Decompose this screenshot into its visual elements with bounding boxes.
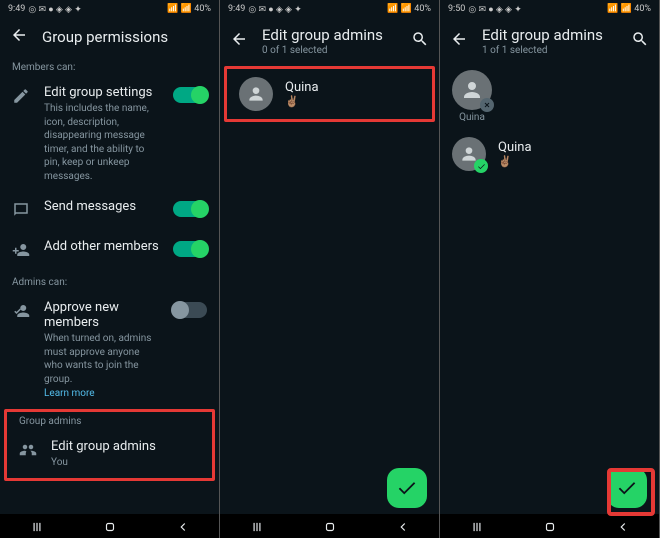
back-icon[interactable] bbox=[230, 30, 248, 52]
phone-screen-3: 9:50◎ ✉ ● ◈ ◈ ✦ 📶 📶 40% Edit group admin… bbox=[440, 0, 659, 538]
member-row-quina[interactable]: Quina ✌🏽 bbox=[440, 129, 659, 179]
back-icon[interactable] bbox=[450, 30, 468, 52]
selected-members-strip: Quina bbox=[440, 64, 659, 129]
page-title: Group permissions bbox=[42, 28, 168, 46]
learn-more-link[interactable]: Learn more bbox=[44, 388, 159, 399]
row-title: Approve new members bbox=[44, 300, 159, 330]
avatar bbox=[452, 137, 486, 171]
row-edit-group-settings[interactable]: Edit group settings This includes the na… bbox=[0, 77, 219, 191]
row-title: Add other members bbox=[44, 239, 159, 254]
row-title: Send messages bbox=[44, 199, 159, 214]
status-bar: 9:49◎ ✉ ● ◈ ◈ ✦ 📶 📶 40% bbox=[0, 0, 219, 18]
status-icons-right: 📶 📶 40% bbox=[387, 4, 431, 14]
status-bar: 9:50◎ ✉ ● ◈ ◈ ✦ 📶 📶 40% bbox=[440, 0, 659, 18]
row-title: Edit group admins bbox=[51, 439, 200, 454]
home-key[interactable] bbox=[323, 519, 337, 533]
status-bar: 9:49◎ ✉ ● ◈ ◈ ✦ 📶 📶 40% bbox=[220, 0, 439, 18]
back-icon[interactable] bbox=[10, 26, 28, 48]
admins-icon bbox=[19, 441, 37, 463]
selected-name: Quina bbox=[459, 112, 485, 123]
chat-icon bbox=[12, 201, 30, 223]
search-icon[interactable] bbox=[411, 30, 429, 52]
page-title: Edit group admins bbox=[262, 26, 397, 44]
phone-screen-1: 9:49◎ ✉ ● ◈ ◈ ✦ 📶 📶 40% Group permission… bbox=[0, 0, 219, 538]
phone-screen-2: 9:49◎ ✉ ● ◈ ◈ ✦ 📶 📶 40% Edit group admin… bbox=[220, 0, 439, 538]
recents-key[interactable] bbox=[470, 519, 484, 533]
status-time: 9:50 bbox=[448, 4, 465, 14]
person-check-icon bbox=[12, 302, 30, 324]
toggle-approve-members[interactable] bbox=[173, 302, 207, 318]
status-icons-left: ◎ ✉ ● ◈ ◈ ✦ bbox=[28, 4, 81, 15]
page-title: Edit group admins bbox=[482, 26, 617, 44]
avatar bbox=[239, 77, 273, 111]
status-time: 9:49 bbox=[8, 4, 25, 14]
back-key[interactable] bbox=[176, 519, 190, 533]
appbar: Group permissions bbox=[0, 18, 219, 56]
android-navbar bbox=[0, 514, 219, 538]
home-key[interactable] bbox=[543, 519, 557, 533]
person-add-icon bbox=[12, 241, 30, 263]
tutorial-highlight: Group admins Edit group admins You bbox=[4, 409, 215, 481]
back-key[interactable] bbox=[616, 519, 630, 533]
member-name: Quina bbox=[498, 140, 532, 155]
recents-key[interactable] bbox=[250, 519, 264, 533]
android-navbar bbox=[440, 514, 659, 538]
row-approve-members[interactable]: Approve new members When turned on, admi… bbox=[0, 292, 219, 407]
row-add-members[interactable]: Add other members bbox=[0, 231, 219, 271]
page-subtitle: 0 of 1 selected bbox=[262, 45, 397, 56]
status-icons-left: ◎ ✉ ● ◈ ◈ ✦ bbox=[248, 4, 301, 15]
status-icons-right: 📶 📶 40% bbox=[167, 4, 211, 14]
toggle-send-messages[interactable] bbox=[173, 201, 207, 217]
tutorial-highlight bbox=[607, 468, 655, 516]
status-icons-left: ◎ ✉ ● ◈ ◈ ✦ bbox=[468, 4, 521, 15]
home-key[interactable] bbox=[103, 519, 117, 533]
appbar: Edit group admins 0 of 1 selected bbox=[220, 18, 439, 64]
member-row-quina[interactable]: Quina ✌🏽 bbox=[227, 69, 432, 119]
pencil-icon bbox=[12, 87, 30, 109]
row-edit-group-admins[interactable]: Edit group admins You bbox=[7, 431, 212, 478]
status-time: 9:49 bbox=[228, 4, 245, 14]
section-admins-can: Admins can: bbox=[0, 271, 219, 292]
search-icon[interactable] bbox=[631, 30, 649, 52]
checkmark-badge-icon bbox=[474, 159, 488, 173]
row-desc: This includes the name, icon, descriptio… bbox=[44, 102, 159, 183]
member-status: ✌🏽 bbox=[498, 155, 532, 168]
toggle-edit-settings[interactable] bbox=[173, 87, 207, 103]
page-subtitle: 1 of 1 selected bbox=[482, 45, 617, 56]
recents-key[interactable] bbox=[30, 519, 44, 533]
selected-item-quina[interactable]: Quina bbox=[452, 70, 492, 123]
section-group-admins: Group admins bbox=[7, 412, 212, 431]
row-send-messages[interactable]: Send messages bbox=[0, 191, 219, 231]
tutorial-highlight: Quina ✌🏽 bbox=[224, 66, 435, 122]
row-title: Edit group settings bbox=[44, 85, 159, 100]
android-navbar bbox=[220, 514, 439, 538]
confirm-fab[interactable] bbox=[387, 468, 427, 508]
back-key[interactable] bbox=[396, 519, 410, 533]
member-name: Quina bbox=[285, 80, 319, 95]
row-sub: You bbox=[51, 456, 200, 470]
toggle-add-members[interactable] bbox=[173, 241, 207, 257]
row-desc: When turned on, admins must approve anyo… bbox=[44, 332, 159, 386]
remove-icon[interactable] bbox=[480, 98, 494, 112]
avatar bbox=[452, 70, 492, 110]
section-members-can: Members can: bbox=[0, 56, 219, 77]
status-icons-right: 📶 📶 40% bbox=[607, 4, 651, 14]
member-status: ✌🏽 bbox=[285, 95, 319, 108]
appbar: Edit group admins 1 of 1 selected bbox=[440, 18, 659, 64]
